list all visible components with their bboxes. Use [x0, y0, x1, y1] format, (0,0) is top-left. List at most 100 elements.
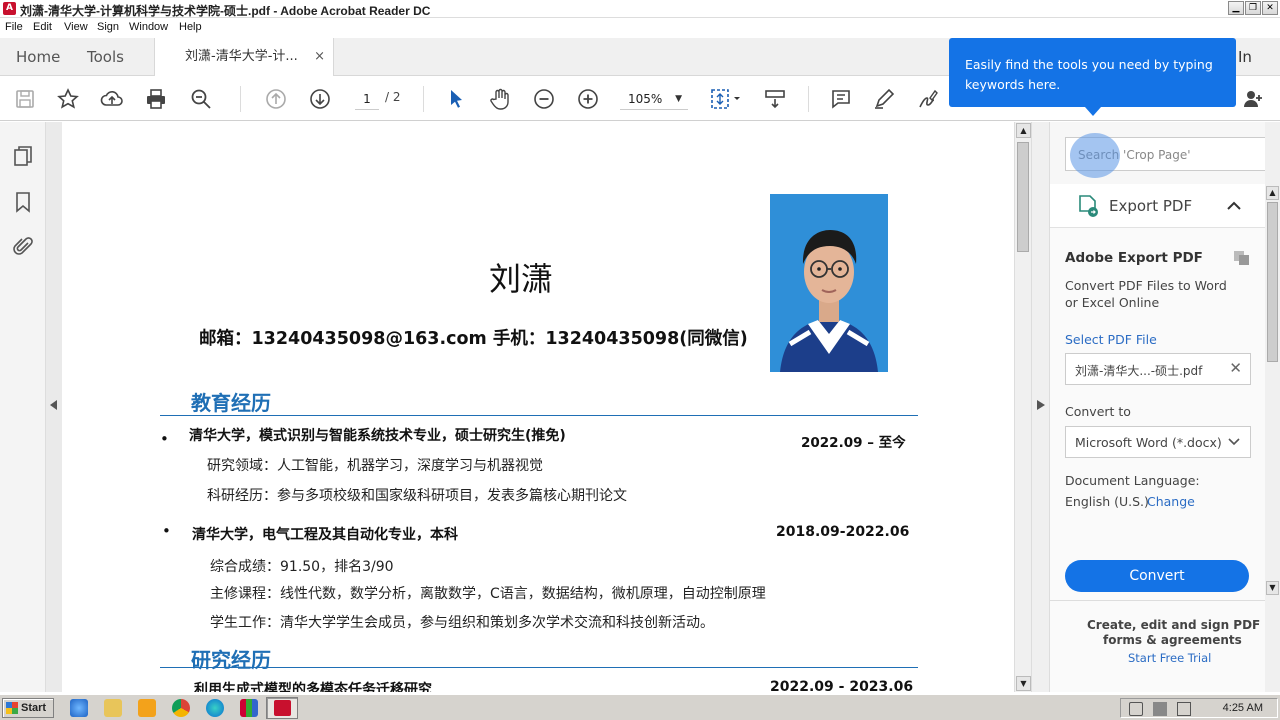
tools-pane: Search 'Crop Page' Export PDF Adobe Expo…	[1049, 122, 1266, 692]
menu-edit[interactable]: Edit	[33, 21, 52, 33]
start-button[interactable]: Start	[2, 698, 54, 718]
restore-button[interactable]: ❐	[1245, 1, 1261, 15]
network-icon[interactable]	[1153, 702, 1167, 716]
scroll-mode-icon[interactable]	[762, 86, 788, 112]
tab-home[interactable]: Home	[16, 38, 60, 76]
page-thumbnails-icon[interactable]	[11, 144, 35, 168]
scroll-up-icon[interactable]: ▲	[1016, 123, 1031, 138]
document-view[interactable]: 刘潇 邮箱：13240435098@163.com 手机：13240435098…	[62, 122, 1014, 692]
click-highlight	[1070, 133, 1120, 178]
save-icon[interactable]	[12, 86, 38, 112]
tab-document[interactable]: 刘潇-清华大学-计... ×	[154, 38, 334, 77]
document-language-value: English (U.S.)	[1065, 494, 1149, 509]
next-page-icon[interactable]	[307, 86, 333, 112]
tooltip-arrow	[1085, 107, 1101, 116]
page-total: / 2	[385, 90, 401, 104]
comment-icon[interactable]	[828, 86, 854, 112]
previous-page-icon[interactable]	[263, 86, 289, 112]
flag-icon[interactable]	[1177, 702, 1191, 716]
research-heading: 研究经历	[191, 648, 271, 672]
start-free-trial-link[interactable]: Start Free Trial	[1128, 651, 1211, 665]
section-divider	[160, 415, 918, 416]
find-zoom-out-icon[interactable]	[188, 86, 214, 112]
document-language-label: Document Language:	[1065, 473, 1200, 488]
tab-tools[interactable]: Tools	[87, 38, 124, 76]
print-icon[interactable]	[143, 86, 169, 112]
convert-format-value: Microsoft Word (*.docx)	[1075, 435, 1222, 450]
research1-date: 2022.09 - 2023.06	[770, 679, 914, 692]
internet-explorer-icon[interactable]	[70, 699, 88, 717]
close-tab-icon[interactable]: ×	[314, 38, 325, 76]
export-pdf-header[interactable]: Export PDF	[1050, 184, 1266, 228]
pane-divider	[1050, 600, 1266, 601]
zoom-level-dropdown[interactable]: 105% ▼	[620, 88, 688, 110]
clear-file-icon[interactable]: ✕	[1229, 359, 1242, 377]
change-language-link[interactable]: Change	[1147, 494, 1195, 509]
winrar-icon[interactable]	[240, 699, 258, 717]
menu-view[interactable]: View	[64, 21, 88, 33]
share-user-icon[interactable]	[1240, 86, 1266, 112]
right-pane-toggle[interactable]	[1031, 122, 1049, 692]
close-window-button[interactable]: ✕	[1262, 1, 1278, 15]
export-pdf-title: Export PDF	[1109, 197, 1193, 215]
toolbar-separator	[423, 86, 424, 112]
minimize-button[interactable]: ▁	[1228, 1, 1244, 15]
system-tray: 4:25 AM	[1120, 698, 1278, 718]
pane-scroll-down-icon[interactable]: ▼	[1266, 581, 1279, 595]
pane-scroll-up-icon[interactable]: ▲	[1266, 186, 1279, 200]
export-pdf-body: Adobe Export PDF Convert PDF Files to Wo…	[1050, 228, 1266, 692]
tools-pane-scrollbar[interactable]: ▲ ▼	[1265, 122, 1280, 692]
bookmark-star-icon[interactable]	[55, 86, 81, 112]
export-pdf-icon	[1079, 195, 1098, 217]
volume-icon[interactable]	[1129, 702, 1143, 716]
hand-tool-icon[interactable]	[487, 86, 513, 112]
edu1-line2: 科研经历：参与多项校级和国家级科研项目，发表多篇核心期刊论文	[207, 488, 627, 504]
select-pdf-file-link[interactable]: Select PDF File	[1065, 332, 1157, 347]
chevron-down-icon	[1228, 438, 1240, 446]
profile-photo	[770, 194, 888, 372]
start-label: Start	[21, 702, 47, 714]
page-number-input[interactable]: 1	[355, 88, 379, 110]
file-explorer-icon[interactable]	[104, 699, 122, 717]
edu1-line1: 研究领域：人工智能，机器学习，深度学习与机器视觉	[207, 458, 543, 474]
menu-window[interactable]: Window	[129, 21, 168, 33]
chrome-icon[interactable]	[172, 699, 190, 717]
export-heading: Adobe Export PDF	[1065, 250, 1203, 266]
export-description: Convert PDF Files to Word or Excel Onlin…	[1065, 278, 1227, 310]
sign-icon[interactable]	[915, 86, 941, 112]
document-scrollbar[interactable]: ▲ ▼	[1014, 122, 1031, 692]
promo-line-1: Create, edit and sign PDF	[1087, 618, 1261, 632]
attachments-icon[interactable]	[11, 235, 35, 259]
upload-cloud-icon[interactable]	[99, 86, 125, 112]
zoom-out-icon[interactable]	[531, 86, 557, 112]
menu-file[interactable]: File	[5, 21, 23, 33]
scrollbar-thumb[interactable]	[1017, 142, 1029, 252]
chevron-up-icon[interactable]	[1227, 201, 1241, 211]
chevron-left-icon	[50, 400, 57, 410]
bullet: •	[160, 430, 169, 448]
copy-icon[interactable]	[1233, 250, 1251, 266]
scroll-down-icon[interactable]: ▼	[1016, 676, 1031, 691]
taskbar: Start 4:25 AM	[0, 694, 1280, 720]
convert-button[interactable]: Convert	[1065, 560, 1249, 592]
left-pane-toggle[interactable]	[46, 122, 62, 692]
convert-format-dropdown[interactable]: Microsoft Word (*.docx)	[1065, 426, 1251, 458]
acrobat-taskbar-button[interactable]	[266, 697, 298, 719]
zoom-in-icon[interactable]	[575, 86, 601, 112]
edu2-line3: 学生工作：清华大学学生会成员，参与组织和策划多次学术交流和科技创新活动。	[210, 615, 714, 631]
toolbar-separator	[808, 86, 809, 112]
edge-icon[interactable]	[206, 699, 224, 717]
menu-help[interactable]: Help	[179, 21, 202, 33]
highlight-pen-icon[interactable]	[871, 86, 897, 112]
select-cursor-icon[interactable]	[443, 86, 469, 112]
sign-in-link[interactable]: In	[1238, 38, 1252, 76]
media-player-icon[interactable]	[138, 699, 156, 717]
fit-page-icon[interactable]	[708, 86, 744, 112]
selected-file-field[interactable]: 刘潇-清华大...-硕士.pdf ✕	[1065, 353, 1251, 385]
bookmarks-icon[interactable]	[11, 190, 35, 214]
clock[interactable]: 4:25 AM	[1223, 702, 1263, 714]
menu-sign[interactable]: Sign	[97, 21, 119, 33]
pane-scrollbar-thumb[interactable]	[1267, 202, 1278, 362]
edu1-date: 2022.09 – 至今	[801, 435, 906, 451]
edu1-title: 清华大学，模式识别与智能系统技术专业，硕士研究生(推免)	[189, 428, 566, 444]
